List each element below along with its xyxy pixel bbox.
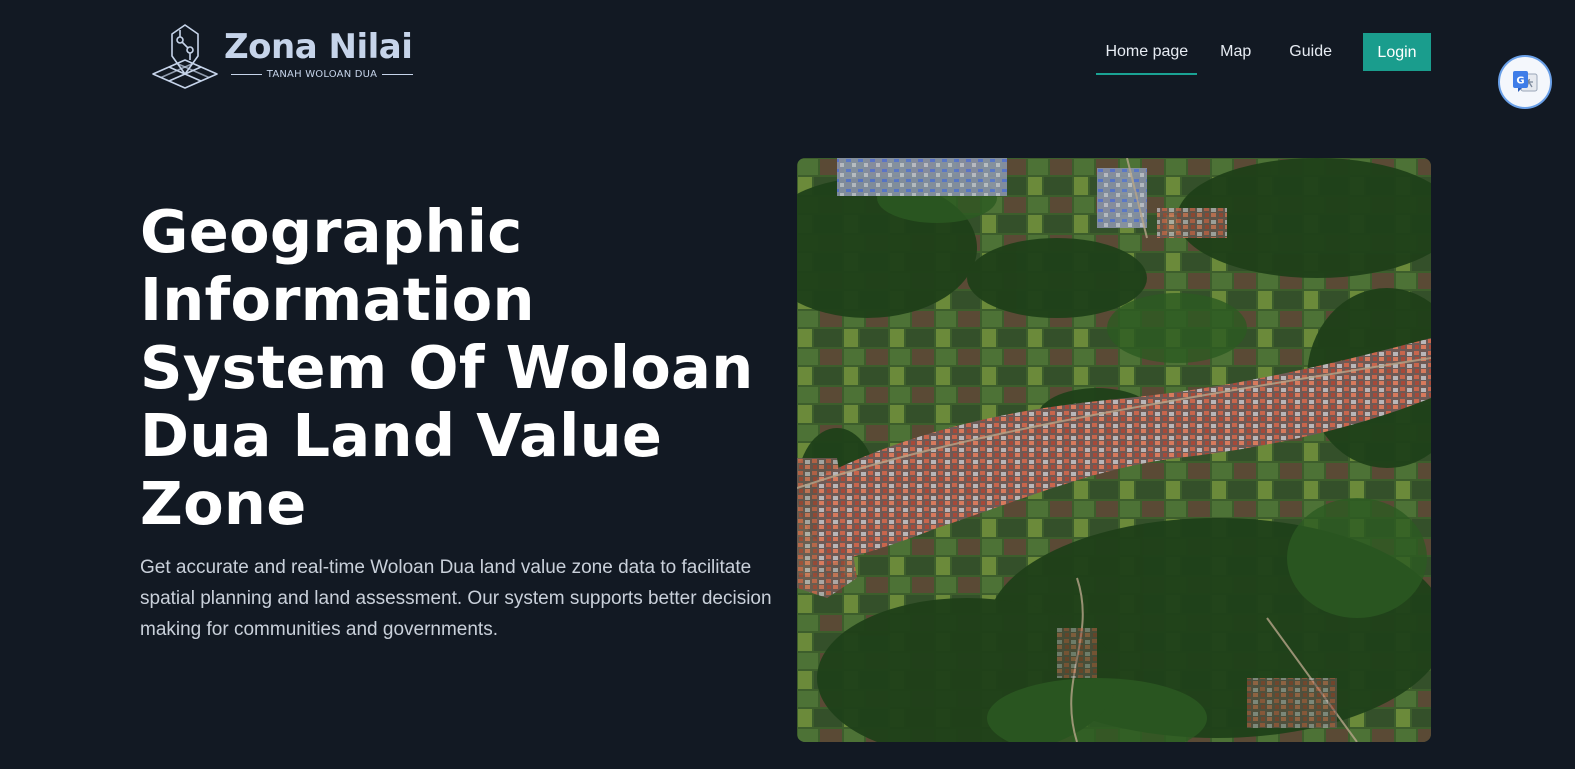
brand-tagline-row: TANAH WOLOAN DUA [231, 69, 414, 80]
brand-logo[interactable]: Zona Nilai TANAH WOLOAN DUA [150, 20, 430, 92]
map-pin-grid-logo-icon [152, 24, 218, 89]
nav-item-guide[interactable]: Guide [1280, 33, 1341, 71]
brand-tagline: TANAH WOLOAN DUA [266, 69, 378, 80]
brand-name: Zona Nilai [224, 27, 413, 67]
hero-description: Get accurate and real-time Woloan Dua la… [140, 557, 772, 640]
svg-text:G: G [1516, 76, 1524, 87]
nav-item-home[interactable]: Home page [1096, 33, 1197, 75]
nav-item-map[interactable]: Map [1211, 33, 1260, 71]
tagline-rule-right [382, 74, 414, 75]
google-translate-icon: G [1513, 71, 1538, 92]
tagline-rule-left [231, 74, 262, 75]
landing-page: Zona Nilai TANAH WOLOAN DUA Home page Ma… [0, 0, 1575, 769]
translate-button[interactable]: G [1498, 55, 1552, 109]
hero-satellite-image [797, 158, 1431, 742]
hero-title: Geographic Information System Of Woloan … [140, 197, 754, 538]
satellite-aerial-image [797, 158, 1431, 742]
main-nav: Home page Map Guide Login [1096, 33, 1431, 75]
login-button[interactable]: Login [1363, 33, 1431, 71]
